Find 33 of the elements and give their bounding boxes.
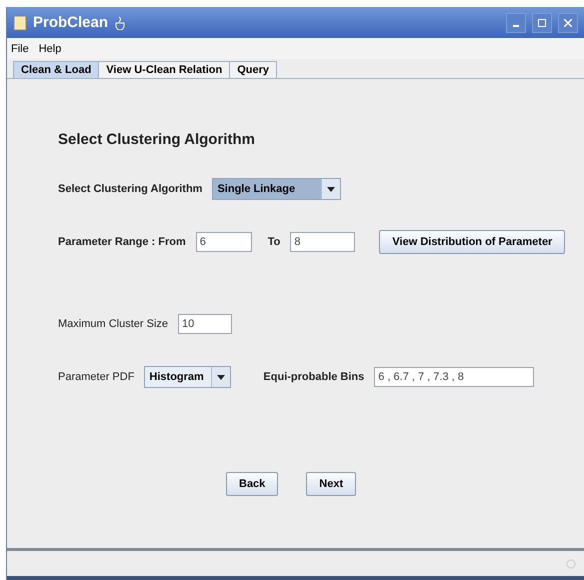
circle-icon	[566, 558, 576, 568]
field-label: Maximum Cluster Size	[58, 318, 168, 330]
dropdown-caret-icon	[327, 186, 336, 192]
minimize-icon	[513, 24, 519, 26]
dropdown-caret-icon	[217, 374, 226, 380]
maximize-button[interactable]	[532, 12, 552, 32]
menu-item[interactable]: File	[11, 42, 29, 54]
tab[interactable]: Clean & Load	[13, 61, 100, 78]
coffee-cup-icon	[114, 16, 126, 30]
nav-button[interactable]: Next	[306, 472, 356, 496]
minimize-button[interactable]	[506, 12, 526, 32]
field-label: To	[268, 236, 280, 248]
field-label: Parameter Range : From	[58, 236, 186, 248]
tab[interactable]: Query	[229, 61, 278, 78]
nav-button[interactable]: Back	[226, 472, 278, 496]
field-label: Select Clustering Algorithm	[58, 183, 202, 195]
field-label: Parameter PDF	[58, 371, 134, 383]
window-title: ProbClean	[33, 14, 108, 31]
app-icon	[13, 14, 27, 30]
input-field[interactable]: 10	[178, 314, 232, 334]
tab[interactable]: View U-Clean Relation	[98, 61, 230, 78]
pdf-dropdown[interactable]: Histogram	[144, 366, 232, 388]
input-field[interactable]: 6 , 6.7 , 7 , 7.3 , 8	[374, 367, 534, 387]
view-distribution-button[interactable]: View Distribution of Parameter	[379, 230, 566, 254]
field-label: Equi-probable Bins	[263, 371, 364, 383]
close-button[interactable]	[558, 12, 578, 32]
menu-item[interactable]: Help	[38, 42, 62, 54]
input-field[interactable]: 8	[290, 232, 356, 252]
algorithm-dropdown[interactable]: Single Linkage	[212, 178, 342, 200]
section-heading: Select Clustering Algorithm	[58, 131, 256, 148]
close-icon	[564, 18, 572, 26]
input-field[interactable]: 6	[196, 232, 252, 252]
maximize-icon	[538, 18, 546, 26]
